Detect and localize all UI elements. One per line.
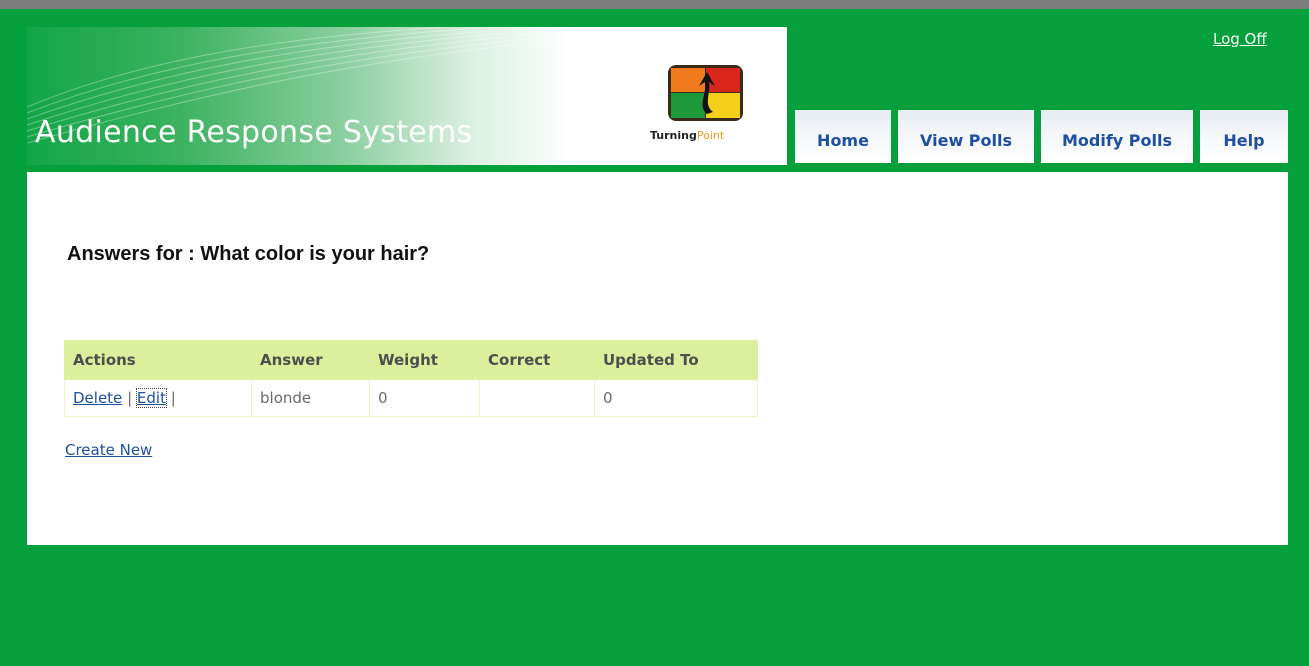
page-title: Answers for : What color is your hair? <box>67 243 430 265</box>
weight-cell: 0 <box>369 379 480 417</box>
logo-word-point: Point <box>696 129 725 142</box>
create-new-link[interactable]: Create New <box>65 441 152 459</box>
column-header-actions: Actions <box>64 340 252 380</box>
answer-cell: blonde <box>251 379 370 417</box>
tab-home[interactable]: Home <box>795 110 891 163</box>
actions-cell: Delete | Edit | <box>64 379 252 417</box>
app-title: Audience Response Systems <box>35 115 473 150</box>
table-row: Delete | Edit | blonde 0 0 <box>64 379 758 417</box>
action-separator: | <box>127 389 133 407</box>
updated-to-cell: 0 <box>594 379 758 417</box>
delete-link[interactable]: Delete <box>73 389 122 407</box>
tab-view-polls[interactable]: View Polls <box>898 110 1034 163</box>
correct-cell <box>479 379 595 417</box>
logo-word-turning: Turning <box>650 129 697 142</box>
edit-link[interactable]: Edit <box>135 388 167 408</box>
action-separator: | <box>170 389 176 407</box>
logoff-link[interactable]: Log Off <box>1213 30 1267 48</box>
column-header-updated-to: Updated To <box>594 340 758 380</box>
table-header-row: Actions Answer Weight Correct Updated To <box>64 340 758 380</box>
column-header-correct: Correct <box>479 340 595 380</box>
turningpoint-logo-icon <box>668 65 743 121</box>
tab-modify-polls[interactable]: Modify Polls <box>1041 110 1193 163</box>
main-content: Answers for : What color is your hair? A… <box>27 172 1288 545</box>
answers-table: Actions Answer Weight Correct Updated To… <box>64 340 758 417</box>
column-header-weight: Weight <box>369 340 480 380</box>
column-header-answer: Answer <box>251 340 370 380</box>
turningpoint-logo-text: TurningPoint <box>650 129 724 142</box>
tab-help[interactable]: Help <box>1200 110 1288 163</box>
